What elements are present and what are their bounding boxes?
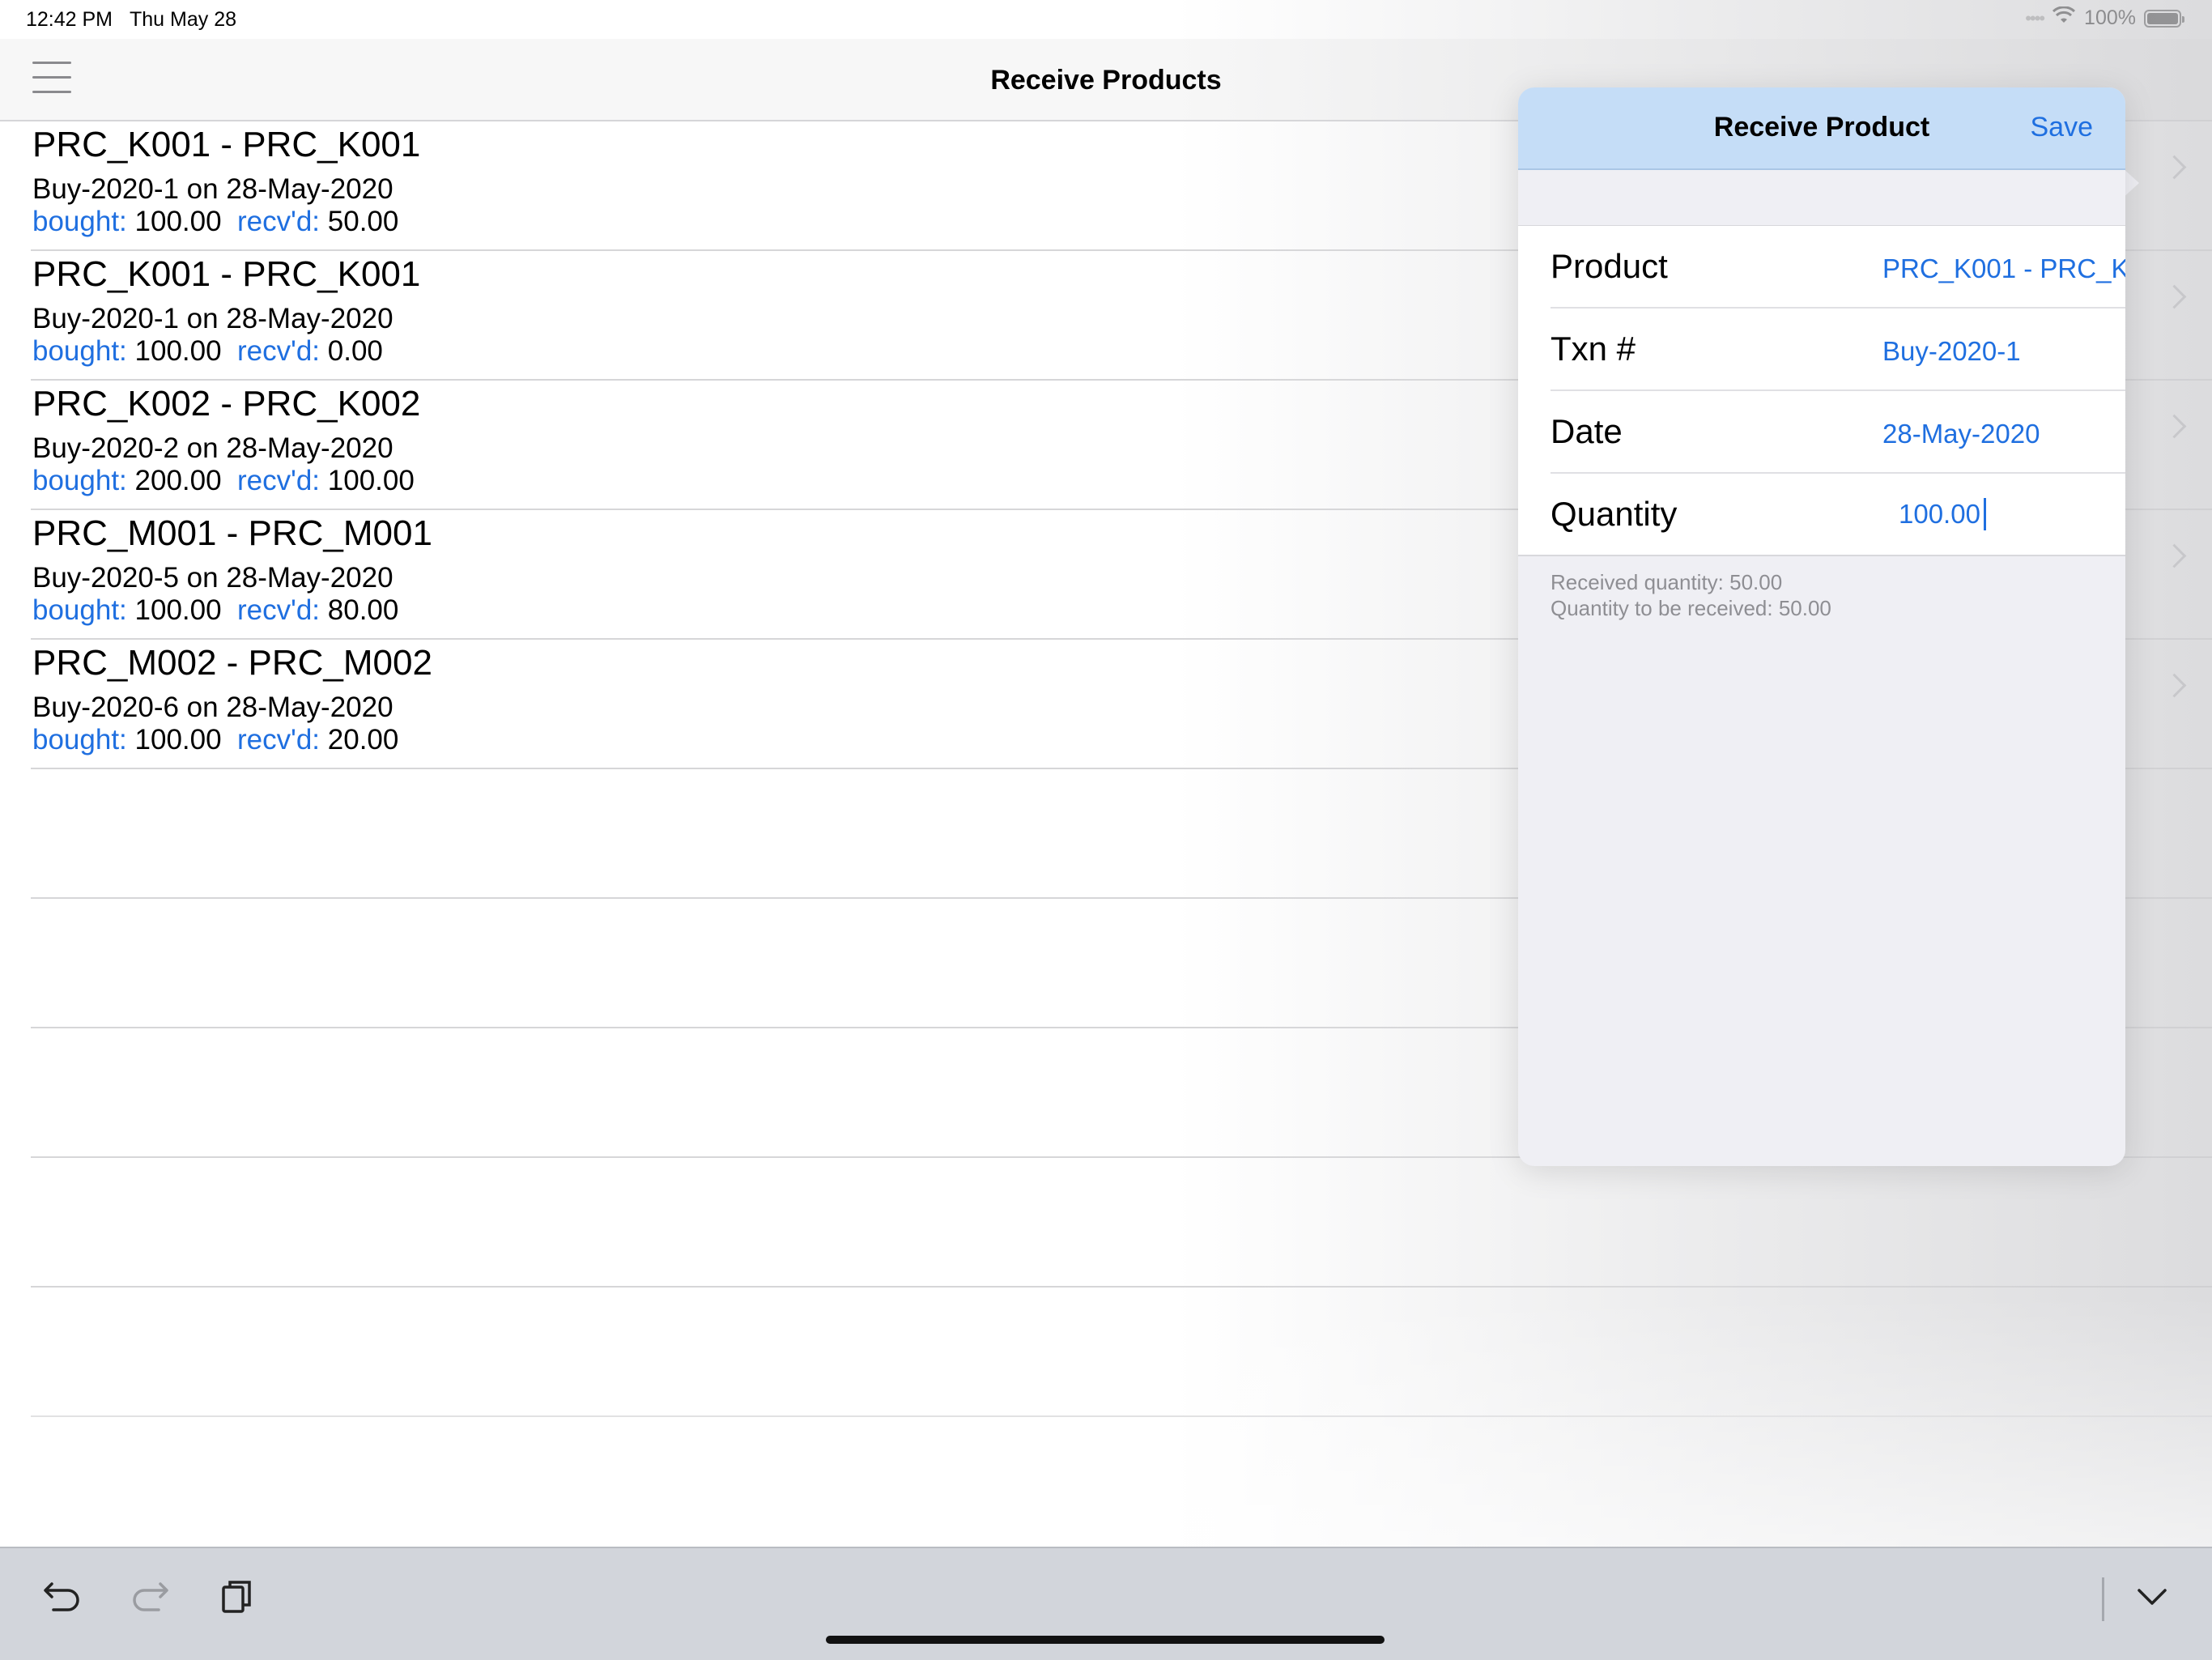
- item-subtitle: Buy-2020-6 on 28-May-2020: [32, 692, 393, 723]
- wifi-icon: [2052, 6, 2076, 30]
- received-quantity-note: Received quantity: 50.00: [1551, 570, 1783, 594]
- undo-icon[interactable]: [42, 1577, 83, 1624]
- bought-value: 100.00: [134, 206, 222, 237]
- product-label: Product: [1551, 247, 1668, 285]
- to-receive-quantity-note: Quantity to be received: 50.00: [1551, 596, 1831, 620]
- recvd-value: 100.00: [327, 465, 415, 496]
- item-subtitle: Buy-2020-1 on 28-May-2020: [32, 303, 393, 334]
- recvd-label: recv'd:: [237, 465, 321, 496]
- txn-row[interactable]: Txn # Buy-2020-1: [1551, 309, 2125, 391]
- quantity-input[interactable]: 100.00: [1899, 498, 1986, 530]
- item-quantities: bought: 100.00 recv'd: 0.00: [32, 335, 383, 368]
- bought-value: 100.00: [134, 594, 222, 626]
- bought-value: 100.00: [134, 724, 222, 756]
- bought-label: bought:: [32, 724, 127, 756]
- recvd-value: 20.00: [327, 724, 399, 756]
- chevron-right-icon: [2162, 673, 2187, 698]
- recvd-label: recv'd:: [237, 206, 321, 237]
- product-row[interactable]: Product PRC_K001 - PRC_K...: [1551, 226, 2125, 309]
- receive-form: Product PRC_K001 - PRC_K... Txn # Buy-20…: [1518, 225, 2125, 556]
- empty-row: [31, 1288, 2212, 1417]
- recvd-label: recv'd:: [237, 335, 321, 367]
- chevron-right-icon: [2162, 543, 2187, 568]
- recvd-value: 80.00: [327, 594, 399, 626]
- item-quantities: bought: 100.00 recv'd: 80.00: [32, 594, 398, 627]
- product-value[interactable]: PRC_K001 - PRC_K...: [1882, 253, 2125, 284]
- status-right: •••• 100%: [2025, 6, 2184, 30]
- recvd-label: recv'd:: [237, 594, 321, 626]
- toolbar-separator: [2102, 1577, 2104, 1621]
- bought-label: bought:: [32, 335, 127, 367]
- item-subtitle: Buy-2020-5 on 28-May-2020: [32, 562, 393, 594]
- item-subtitle: Buy-2020-1 on 28-May-2020: [32, 173, 393, 205]
- txn-value[interactable]: Buy-2020-1: [1882, 336, 2021, 367]
- quantity-notes: Received quantity: 50.00 Quantity to be …: [1518, 556, 2125, 634]
- status-date: Thu May 28: [130, 8, 237, 31]
- clipboard-icon[interactable]: [219, 1577, 254, 1624]
- item-title: PRC_K001 - PRC_K001: [32, 254, 421, 294]
- chevron-right-icon: [2162, 155, 2187, 180]
- date-value[interactable]: 28-May-2020: [1882, 419, 2040, 449]
- empty-row: [31, 1158, 2212, 1288]
- battery-icon: [2144, 9, 2184, 28]
- bought-label: bought:: [32, 594, 127, 626]
- item-title: PRC_K001 - PRC_K001: [32, 125, 421, 164]
- item-title: PRC_M002 - PRC_M002: [32, 643, 432, 683]
- date-row[interactable]: Date 28-May-2020: [1551, 391, 2125, 474]
- recvd-value: 50.00: [327, 206, 399, 237]
- battery-percent: 100%: [2084, 6, 2136, 29]
- bought-value: 200.00: [134, 465, 222, 496]
- bought-label: bought:: [32, 206, 127, 237]
- signal-dots-icon: ••••: [2025, 7, 2045, 28]
- item-quantities: bought: 100.00 recv'd: 50.00: [32, 206, 398, 238]
- item-title: PRC_K002 - PRC_K002: [32, 384, 421, 424]
- item-subtitle: Buy-2020-2 on 28-May-2020: [32, 432, 393, 464]
- quantity-label: Quantity: [1551, 495, 1678, 533]
- status-time: 12:42 PM: [26, 8, 113, 31]
- chevron-down-icon[interactable]: [2134, 1577, 2170, 1624]
- recvd-value: 0.00: [327, 335, 383, 367]
- item-quantities: bought: 200.00 recv'd: 100.00: [32, 465, 415, 497]
- home-indicator[interactable]: [826, 1636, 1385, 1644]
- redo-icon[interactable]: [130, 1577, 170, 1624]
- recvd-label: recv'd:: [237, 724, 321, 756]
- bought-label: bought:: [32, 465, 127, 496]
- receive-product-popover: Receive Product Save Product PRC_K001 - …: [1518, 87, 2125, 1166]
- date-label: Date: [1551, 412, 1623, 450]
- item-title: PRC_M001 - PRC_M001: [32, 513, 432, 553]
- chevron-right-icon: [2162, 284, 2187, 309]
- chevron-right-icon: [2162, 414, 2187, 439]
- bought-value: 100.00: [134, 335, 222, 367]
- popover-header: Receive Product Save: [1518, 87, 2125, 170]
- save-button[interactable]: Save: [2031, 112, 2094, 143]
- quantity-row[interactable]: Quantity 100.00: [1551, 474, 2125, 555]
- txn-label: Txn #: [1551, 330, 1636, 368]
- item-quantities: bought: 100.00 recv'd: 20.00: [32, 724, 398, 756]
- status-bar: 12:42 PM Thu May 28 •••• 100%: [0, 0, 2212, 39]
